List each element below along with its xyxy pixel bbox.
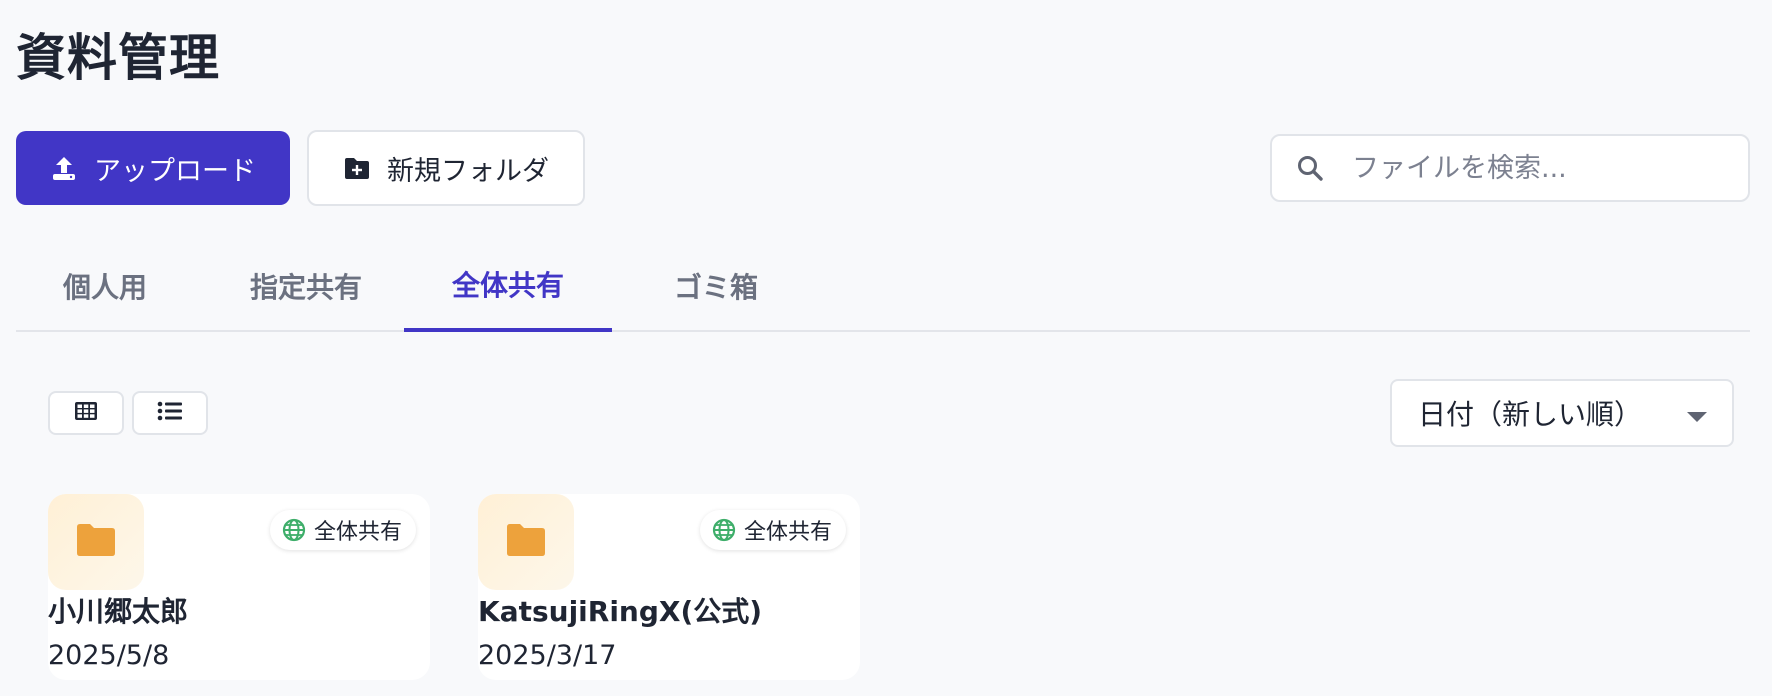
page: 資料管理 アップロード 新規フォルダ ファイルを検索... 個人用 指定共有 全… [0, 0, 1772, 696]
list-view-button[interactable] [132, 391, 208, 435]
folder-thumbnail [48, 494, 144, 590]
search-icon [1296, 154, 1324, 182]
folder-date: 2025/5/8 [48, 640, 170, 671]
folder-icon [505, 522, 547, 562]
folder-date: 2025/3/17 [478, 640, 617, 671]
sort-select[interactable]: 日付（新しい順） [1390, 379, 1734, 447]
share-badge: 全体共有 [699, 510, 846, 550]
tab-specified-share[interactable]: 指定共有 [226, 240, 386, 332]
tab-trash[interactable]: ゴミ箱 [636, 240, 796, 332]
folder-plus-icon [343, 155, 371, 181]
new-folder-button-label: 新規フォルダ [387, 155, 549, 187]
tab-bar: 個人用 指定共有 全体共有 ゴミ箱 [16, 240, 1750, 332]
grid-view-button[interactable] [48, 391, 124, 435]
folder-name: KatsujiRingX(公式) [478, 595, 763, 628]
caret-down-icon [1686, 397, 1708, 430]
sort-select-value: 日付（新しい順） [1418, 398, 1643, 431]
new-folder-button[interactable]: 新規フォルダ [307, 130, 585, 206]
globe-icon [282, 518, 306, 542]
page-title: 資料管理 [16, 29, 220, 87]
share-badge: 全体共有 [269, 510, 416, 550]
tab-all-share[interactable]: 全体共有 [404, 240, 612, 332]
upload-button[interactable]: アップロード [16, 131, 290, 205]
upload-icon [50, 154, 78, 182]
globe-icon [712, 518, 736, 542]
share-badge-label: 全体共有 [313, 520, 402, 545]
tab-personal[interactable]: 個人用 [40, 240, 170, 332]
folder-name: 小川郷太郎 [48, 595, 189, 628]
folder-card[interactable]: 全体共有 小川郷太郎 2025/5/8 [48, 494, 430, 680]
list-icon [157, 400, 183, 426]
upload-button-label: アップロード [94, 155, 256, 187]
grid-icon [74, 401, 98, 425]
share-badge-label: 全体共有 [743, 520, 832, 545]
folder-icon [75, 522, 117, 562]
folder-card[interactable]: 全体共有 KatsujiRingX(公式) 2025/3/17 [478, 494, 860, 680]
search-input[interactable] [1352, 138, 1732, 198]
search-box[interactable] [1270, 134, 1750, 202]
folder-thumbnail [478, 494, 574, 590]
